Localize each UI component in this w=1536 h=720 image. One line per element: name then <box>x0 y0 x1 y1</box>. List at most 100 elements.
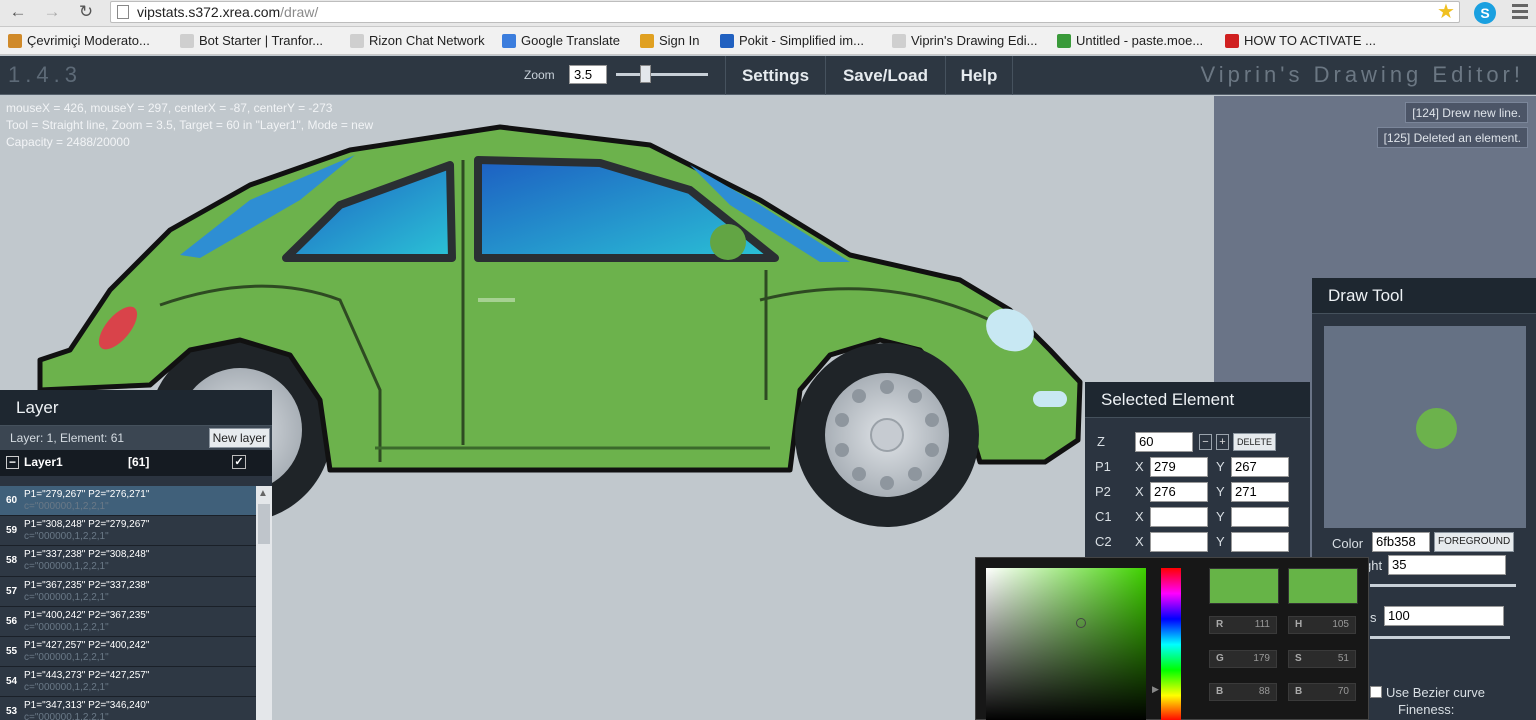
picker-cursor[interactable] <box>1076 618 1086 628</box>
bookmark-label: Sign In <box>659 33 700 48</box>
c2-y-input[interactable] <box>1231 532 1289 552</box>
element-style: c="000000,1,2,2,1" <box>24 561 109 573</box>
element-points: P1="308,248" P2="279,267" <box>24 519 150 531</box>
x-label: X <box>1135 459 1144 474</box>
saturation-value-area[interactable] <box>986 568 1146 720</box>
bookmark-label: Google Translate <box>521 33 621 48</box>
r-channel[interactable]: R 111 <box>1209 616 1277 634</box>
scroll-thumb[interactable] <box>258 504 270 544</box>
bezier-checkbox[interactable] <box>1370 686 1382 698</box>
z-label: Z <box>1097 434 1105 449</box>
element-points: P1="400,242" P2="367,235" <box>24 609 150 621</box>
bookmark-item[interactable]: Çevrimiçi Moderato... <box>8 32 150 50</box>
back-icon[interactable]: ← <box>8 2 28 22</box>
url-path: /draw/ <box>280 4 319 20</box>
bookmark-item[interactable]: Bot Starter | Tranfor... <box>180 32 323 50</box>
element-index: 60 <box>6 495 18 506</box>
element-index: 57 <box>6 585 18 597</box>
h-channel[interactable]: H 105 <box>1288 616 1356 634</box>
s-channel[interactable]: S 51 <box>1288 650 1356 668</box>
skype-icon[interactable]: S <box>1474 2 1496 24</box>
zoom-slider-thumb[interactable] <box>640 65 652 83</box>
fineness-label: Fineness: <box>1398 702 1455 717</box>
element-row[interactable]: 59 P1="308,248" P2="279,267" c="000000,1,2… <box>0 516 256 547</box>
element-style: c="000000,1,2,2,1" <box>24 591 109 603</box>
element-list-scrollbar[interactable]: ▲ <box>256 486 272 720</box>
new-color-swatch <box>1209 568 1279 604</box>
z-minus-button[interactable]: − <box>1199 434 1212 450</box>
new-layer-button[interactable]: New layer <box>208 428 270 448</box>
bookmark-item[interactable]: Google Translate <box>502 32 620 50</box>
reload-icon[interactable]: ↻ <box>76 2 96 22</box>
weight-slider[interactable] <box>1370 584 1516 587</box>
element-row[interactable]: 58 P1="337,238" P2="308,248" c="000000,1,2… <box>0 546 256 577</box>
saveload-button[interactable]: Save/Load <box>825 56 945 95</box>
bookmark-label: Untitled - paste.moe... <box>1076 33 1204 48</box>
hue-slider[interactable] <box>1161 568 1181 720</box>
layer-panel-title: Layer <box>0 390 272 426</box>
bookmark-label: Rizon Chat Network <box>369 33 485 48</box>
side-mirror <box>710 224 746 260</box>
settings-button[interactable]: Settings <box>725 56 825 95</box>
z-plus-button[interactable]: + <box>1216 434 1229 450</box>
bookmark-item[interactable]: Untitled - paste.moe... <box>1057 32 1203 50</box>
element-row[interactable]: 54 P1="443,273" P2="427,257" c="000000,1,2… <box>0 667 256 698</box>
bookmark-favicon-icon <box>892 34 906 48</box>
p2-x-input[interactable]: 276 <box>1150 482 1208 502</box>
bookmark-item[interactable]: Viprin's Drawing Edi... <box>892 32 1038 50</box>
layer-visible-checkbox[interactable]: ✓ <box>232 455 246 469</box>
element-list: 60 P1="279,267" P2="276,271" c="000000,1,2… <box>0 486 256 720</box>
element-row[interactable]: 55 P1="427,257" P2="400,242" c="000000,1,2… <box>0 636 256 668</box>
bookmark-star-icon[interactable]: ★ <box>1437 0 1455 24</box>
z-input[interactable]: 60 <box>1135 432 1193 452</box>
help-button[interactable]: Help <box>945 56 1013 95</box>
delete-button[interactable]: DELETE <box>1233 433 1277 451</box>
element-row[interactable]: 60 P1="279,267" P2="276,271" c="000000,1,2… <box>0 486 256 517</box>
layer-count: [61] <box>128 455 150 469</box>
url-host: vipstats.s372.xrea.com <box>137 4 281 20</box>
layer-row[interactable]: − Layer1 [61] ✓ <box>0 450 272 476</box>
p1-y-input[interactable]: 267 <box>1231 457 1289 477</box>
bookmark-item[interactable]: Rizon Chat Network <box>350 32 485 50</box>
c2-x-input[interactable] <box>1150 532 1208 552</box>
expand-icon[interactable]: − <box>6 456 19 469</box>
zoom-slider-track[interactable] <box>616 73 708 76</box>
g-channel[interactable]: G 179 <box>1209 650 1277 668</box>
element-row[interactable]: 53 P1="347,313" P2="346,240" c="000000,1,2… <box>0 697 256 720</box>
alpha-slider[interactable] <box>1370 636 1510 639</box>
fog-light <box>1033 391 1067 407</box>
bookmark-favicon-icon <box>720 34 734 48</box>
address-bar[interactable]: vipstats.s372.xrea.com/draw/ <box>110 1 1460 23</box>
bookmark-item[interactable]: HOW TO ACTIVATE ... <box>1225 32 1376 50</box>
layer-panel: Layer Layer: 1, Element: 61 New layer − … <box>0 390 272 720</box>
v-channel[interactable]: B 70 <box>1288 683 1356 701</box>
p1-x-input[interactable]: 279 <box>1150 457 1208 477</box>
element-row[interactable]: 56 P1="400,242" P2="367,235" c="000000,1,2… <box>0 606 256 637</box>
app-header: 1.4.3 Zoom 3.5 Settings Save/Load Help V… <box>0 56 1536 95</box>
alpha-input[interactable]: 100 <box>1384 606 1504 626</box>
weight-input[interactable]: 35 <box>1388 555 1506 575</box>
element-row[interactable]: 57 P1="367,235" P2="337,238" c="000000,1,2… <box>0 576 256 607</box>
chrome-menu-icon[interactable] <box>1512 4 1528 20</box>
current-color-swatch[interactable] <box>1288 568 1358 604</box>
element-index: 56 <box>6 615 18 627</box>
b-channel[interactable]: B 88 <box>1209 683 1277 701</box>
zoom-input[interactable]: 3.5 <box>569 65 607 84</box>
p2-label: P2 <box>1095 484 1111 499</box>
x-label: X <box>1135 509 1144 524</box>
bezier-label: Use Bezier curve <box>1386 685 1485 700</box>
foreground-button[interactable]: FOREGROUND <box>1434 532 1515 552</box>
front-wheel <box>795 343 979 527</box>
bookmark-favicon-icon <box>350 34 364 48</box>
bookmark-item[interactable]: Sign In <box>640 32 699 50</box>
element-points: P1="367,235" P2="337,238" <box>24 579 150 591</box>
bookmark-item[interactable]: Pokit - Simplified im... <box>720 32 864 50</box>
color-label: Color <box>1332 536 1364 551</box>
forward-icon[interactable]: → <box>42 2 62 22</box>
element-style: c="000000,1,2,2,1" <box>24 712 109 720</box>
c1-y-input[interactable] <box>1231 507 1289 527</box>
color-input[interactable]: 6fb358 <box>1372 532 1430 552</box>
scroll-up-icon[interactable]: ▲ <box>258 488 268 499</box>
c1-x-input[interactable] <box>1150 507 1208 527</box>
p2-y-input[interactable]: 271 <box>1231 482 1289 502</box>
